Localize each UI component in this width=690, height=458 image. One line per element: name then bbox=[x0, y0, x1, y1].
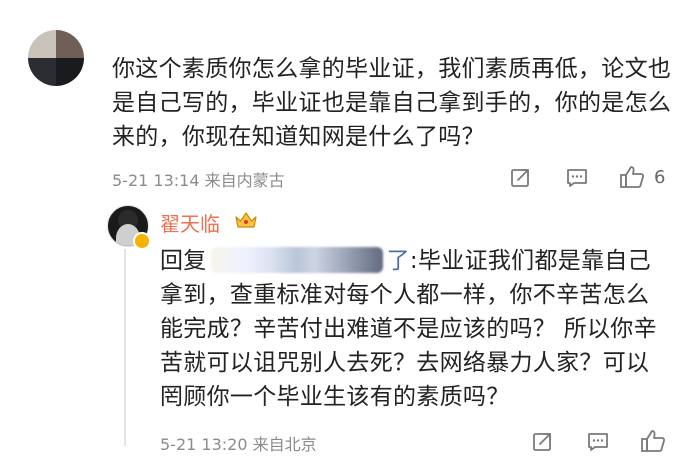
reply-connector: 了 bbox=[386, 248, 410, 274]
reply-username[interactable]: 翟天临 bbox=[160, 208, 220, 237]
reply-comment-icon[interactable] bbox=[586, 430, 610, 454]
reply-like-icon[interactable] bbox=[639, 428, 667, 454]
like-count: 6 bbox=[654, 167, 666, 188]
thread-line bbox=[124, 249, 126, 446]
verified-badge-icon bbox=[133, 232, 151, 250]
top-comment-text: 你这个素质你怎么拿的毕业证，我们素质再低，论文也是自己写的，毕业证也是靠自己拿到… bbox=[112, 56, 672, 150]
reply-text: 回复 了:毕业证我们都是靠自己拿到，查重标准对每个人都一样，你不辛苦怎么能完成？辛… bbox=[160, 244, 670, 414]
reply-meta: 5-21 13:20 来自北京 bbox=[160, 435, 317, 454]
share-icon[interactable] bbox=[509, 166, 533, 190]
comment-icon[interactable] bbox=[565, 166, 589, 190]
blurred-username bbox=[210, 247, 383, 273]
reply-prefix: 回复 bbox=[160, 248, 207, 274]
commenter-avatar[interactable] bbox=[28, 30, 84, 86]
reply-share-icon[interactable] bbox=[531, 430, 555, 454]
top-comment-meta: 5-21 13:14 来自内蒙古 bbox=[112, 171, 285, 190]
crown-icon bbox=[235, 212, 257, 228]
like-icon[interactable] bbox=[618, 164, 646, 190]
